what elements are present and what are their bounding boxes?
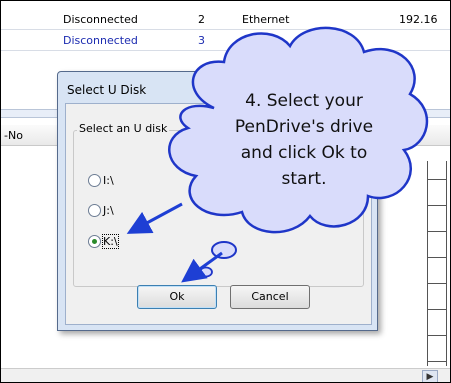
dialog-title: Select U Disk [67,83,147,97]
group-prompt: Select an U disk [77,122,170,135]
drive-label: J:\ [103,204,114,217]
callout-line: PenDrive's drive [234,117,374,137]
status-cell: Disconnected [63,13,138,26]
type-cell: Ethernet [242,13,290,26]
drive-option-k[interactable]: K:\ [88,234,119,249]
horizontal-scrollbar[interactable]: ▶ [1,368,450,382]
column-header-no[interactable]: -No [4,129,23,142]
chevron-right-icon[interactable]: ▶ [422,370,438,382]
callout-line: and click Ok to [240,143,368,163]
status-cell: Disconnected [63,34,138,47]
radio-icon[interactable] [88,174,101,187]
type-cell: USB [242,34,265,47]
ip-cell: 192.16 [399,13,438,26]
table-row[interactable]: Disconnected 2 Ethernet 192.16 [1,9,450,30]
side-ruler [427,161,447,366]
radio-icon[interactable] [88,204,101,217]
cancel-button[interactable]: Cancel [230,285,310,309]
radio-selected-icon[interactable] [88,235,101,248]
table-row[interactable]: Disconnected 3 USB [1,30,450,51]
number-cell: 2 [198,13,205,26]
callout-line: start. [281,169,327,189]
number-cell: 3 [198,34,205,47]
callout-line: 4. Select your [245,91,363,111]
drive-label: K:\ [102,234,119,249]
drive-option-j[interactable]: J:\ [88,204,114,217]
drive-label: I:\ [103,174,114,187]
ok-button[interactable]: Ok [137,285,217,309]
callout-text: 4. Select your PenDrive's drive and clic… [191,88,417,192]
drive-option-i[interactable]: I:\ [88,174,114,187]
